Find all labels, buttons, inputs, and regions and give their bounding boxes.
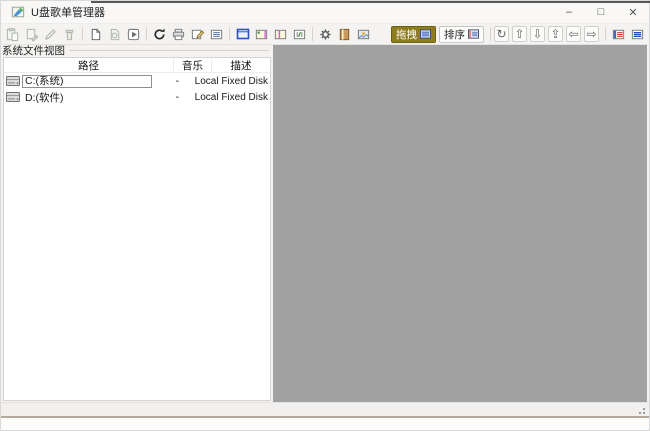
list-icon [209, 27, 224, 42]
window-controls: – □ ✕ [553, 1, 649, 23]
drive-path-cell: C:(系统) [4, 75, 160, 88]
play-icon [126, 27, 141, 42]
book-icon [337, 27, 352, 42]
system-file-panel: 系统文件视图 路径 音乐 描述 [1, 45, 271, 402]
pencil-icon [43, 27, 58, 42]
resize-grip[interactable] [636, 405, 645, 414]
maximize-button[interactable]: □ [585, 1, 617, 23]
sort-list-icon [468, 29, 479, 39]
new-file-button[interactable] [87, 25, 105, 43]
toolbar-separator [312, 27, 313, 41]
drive-description: Local Fixed Disk [195, 92, 270, 103]
export-button[interactable] [23, 25, 41, 43]
edit-form-button[interactable] [189, 25, 207, 43]
column-header-path[interactable]: 路径 [4, 58, 174, 73]
content-area: 系统文件视图 路径 音乐 描述 [1, 45, 649, 402]
group-box-line [69, 50, 269, 51]
move-down-button[interactable]: ⇩ [530, 26, 545, 42]
blue-list-button[interactable] [629, 25, 647, 43]
refresh-icon [152, 27, 167, 42]
status-bar [1, 402, 649, 418]
drive-music-count: - [160, 91, 195, 103]
trash-icon [62, 27, 77, 42]
manual-button[interactable] [336, 25, 354, 43]
file-search-icon [107, 27, 122, 42]
toolbar-separator [605, 27, 606, 41]
window-layout-button[interactable] [234, 25, 252, 43]
close-button[interactable]: ✕ [617, 1, 649, 23]
export-icon [24, 27, 39, 42]
window-title: U盘歌单管理器 [31, 4, 105, 20]
panel-preview-button[interactable] [253, 25, 271, 43]
drive-description: Local Fixed Disk [195, 76, 270, 87]
title-bar[interactable]: U盘歌单管理器 – □ ✕ [1, 1, 649, 23]
sort-mode-label: 排序 [444, 27, 465, 42]
drive-list: 路径 音乐 描述 C:(系统) - Loca [3, 57, 271, 401]
red-list-button[interactable] [610, 25, 628, 43]
blue-list-icon [630, 27, 645, 42]
playlist-empty-panel [273, 45, 647, 402]
rename-button[interactable] [42, 25, 60, 43]
minimize-button[interactable]: – [553, 1, 585, 23]
panel-preview-icon [254, 27, 269, 42]
toolbar-separator [229, 27, 230, 41]
about-icon [356, 27, 371, 42]
main-toolbar: 拖拽 排序 ↻ ⇧ ⇩ ⇪ ⇦ ⇨ [1, 23, 649, 45]
drive-music-count: - [160, 75, 195, 87]
printer-icon [171, 27, 186, 42]
delete-button[interactable] [61, 25, 79, 43]
paste-button[interactable] [4, 25, 22, 43]
edit-form-icon [190, 27, 205, 42]
toolbar-separator [490, 27, 491, 41]
move-left-button[interactable]: ⇦ [566, 26, 581, 42]
drive-row-d[interactable]: D:(软件) - Local Fixed Disk [4, 89, 270, 105]
move-up-button[interactable]: ⇧ [512, 26, 527, 42]
play-button[interactable] [125, 25, 143, 43]
print-button[interactable] [170, 25, 188, 43]
drive-label-editbox[interactable]: C:(系统) [22, 75, 152, 88]
drive-label: D:(软件) [22, 90, 64, 105]
settings-button[interactable] [317, 25, 335, 43]
app-logo-icon [11, 5, 25, 19]
column-header-music[interactable]: 音乐 [174, 58, 212, 73]
column-header-desc[interactable]: 描述 [212, 58, 270, 73]
move-top-button[interactable]: ⇪ [548, 26, 563, 42]
hard-disk-icon [6, 75, 20, 87]
window-bottom-margin [1, 418, 649, 430]
group-title: 系统文件视图 [2, 43, 65, 58]
panel-split-icon [273, 27, 288, 42]
toolbar-separator [146, 27, 147, 41]
panel-code-icon [292, 27, 307, 42]
drag-mode-label: 拖拽 [396, 27, 417, 42]
group-box-header: 系统文件视图 [1, 45, 271, 56]
move-right-button[interactable]: ⇨ [584, 26, 599, 42]
refresh-button[interactable] [151, 25, 169, 43]
red-list-icon [611, 27, 626, 42]
panel-split-button[interactable] [272, 25, 290, 43]
file-search-button[interactable] [106, 25, 124, 43]
list-header-row: 路径 音乐 描述 [4, 58, 270, 73]
about-button[interactable] [355, 25, 373, 43]
sort-mode-toggle[interactable]: 排序 [439, 26, 484, 43]
gear-icon [318, 27, 333, 42]
new-file-icon [88, 27, 103, 42]
app-window: U盘歌单管理器 – □ ✕ [0, 0, 650, 431]
drag-mode-toggle[interactable]: 拖拽 [391, 26, 436, 43]
window-layout-icon [235, 26, 251, 42]
drag-list-icon [420, 29, 431, 39]
drive-row-c[interactable]: C:(系统) - Local Fixed Disk [4, 73, 270, 89]
panel-code-button[interactable] [291, 25, 309, 43]
hard-disk-icon [6, 91, 20, 103]
list-view-button[interactable] [208, 25, 226, 43]
reload-order-button[interactable]: ↻ [494, 26, 509, 42]
background-window-edge [91, 1, 650, 3]
toolbar-separator [82, 27, 83, 41]
drive-path-cell: D:(软件) [4, 90, 160, 105]
paste-icon [5, 27, 20, 42]
